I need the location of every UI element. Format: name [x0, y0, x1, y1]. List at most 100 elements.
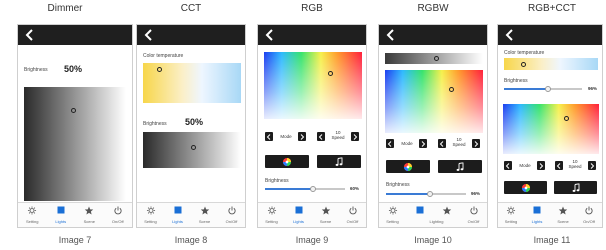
- power-icon: [227, 206, 236, 215]
- cct-picker-thumb[interactable]: [157, 67, 162, 72]
- tab-scene[interactable]: Scene: [550, 203, 576, 227]
- mode-prev-button[interactable]: [504, 161, 512, 170]
- phone-rgb: Mode 10 Speed Brightness 60% Setting Lig…: [257, 24, 367, 228]
- white-channel-thumb[interactable]: [434, 56, 439, 61]
- tab-label: On/Off: [467, 219, 480, 224]
- brightness-label: Brightness: [24, 67, 48, 73]
- brightness-picker-thumb[interactable]: [191, 145, 196, 150]
- chevron-left-icon: [439, 140, 444, 147]
- tab-label: Setting: [265, 219, 278, 224]
- mode-next-button[interactable]: [298, 132, 306, 141]
- mode-prev-button[interactable]: [386, 139, 394, 148]
- rgb-picker-thumb[interactable]: [564, 116, 569, 121]
- speed-label: Speed: [452, 142, 466, 147]
- chevron-right-icon: [590, 162, 595, 169]
- rgb-picker-thumb[interactable]: [328, 71, 333, 76]
- speed-prev-button[interactable]: [317, 132, 325, 141]
- rgb-picker-thumb[interactable]: [449, 87, 454, 92]
- star-icon: [321, 206, 330, 215]
- lights-square-icon: [295, 206, 302, 214]
- color-temperature-label: Color temperature: [504, 50, 545, 56]
- tab-scene[interactable]: Scene: [312, 203, 339, 227]
- tab-setting[interactable]: Setting: [498, 203, 524, 227]
- brightness-label: Brightness: [265, 178, 289, 184]
- brightness-gradient-pad[interactable]: [24, 87, 126, 201]
- music-mode-button[interactable]: [317, 155, 361, 168]
- color-wheel-button[interactable]: [504, 181, 547, 194]
- power-icon: [114, 206, 122, 215]
- tab-onoff[interactable]: On/Off: [460, 203, 487, 227]
- panel-title-rgbcct: RGB+CCT: [527, 3, 577, 14]
- brightness-percent: 60%: [350, 186, 360, 191]
- rgb-color-pad[interactable]: [264, 52, 362, 119]
- color-temperature-bar[interactable]: [504, 58, 598, 70]
- music-note-icon: [572, 183, 579, 192]
- speed-next-button[interactable]: [472, 139, 480, 148]
- rgb-color-pad[interactable]: [503, 104, 599, 154]
- music-mode-button[interactable]: [438, 160, 482, 173]
- brightness-slider[interactable]: [386, 191, 466, 197]
- mode-label: Mode: [519, 163, 531, 168]
- cct-picker-thumb[interactable]: [521, 62, 526, 67]
- tab-onoff[interactable]: On/Off: [339, 203, 366, 227]
- brightness-label: Brightness: [386, 182, 410, 188]
- brightness-label: Brightness: [504, 78, 528, 84]
- color-wheel-icon: [521, 183, 530, 192]
- speed-prev-button[interactable]: [438, 139, 446, 148]
- tab-lights[interactable]: Lights: [47, 203, 76, 227]
- color-wheel-button[interactable]: [265, 155, 309, 168]
- speed-prev-button[interactable]: [555, 161, 563, 170]
- speed-next-button[interactable]: [351, 132, 359, 141]
- back-arrow-icon[interactable]: [142, 28, 156, 42]
- brightness-slider-fill: [504, 88, 548, 90]
- rgb-color-pad[interactable]: [385, 70, 483, 133]
- brightness-value: 50%: [185, 117, 204, 127]
- gear-icon: [28, 206, 37, 215]
- brightness-slider-fill: [265, 188, 313, 190]
- tab-onoff[interactable]: On/Off: [576, 203, 602, 227]
- mode-prev-button[interactable]: [265, 132, 273, 141]
- tab-onoff[interactable]: On/Off: [218, 203, 245, 227]
- tab-lights[interactable]: Lights: [164, 203, 191, 227]
- tab-lights[interactable]: Lights: [285, 203, 312, 227]
- back-arrow-icon[interactable]: [263, 28, 277, 42]
- tab-setting[interactable]: Setting: [258, 203, 285, 227]
- tab-bar: Setting Lights Scene On/Off: [498, 202, 602, 227]
- tab-onoff[interactable]: On/Off: [104, 203, 133, 227]
- speed-next-button[interactable]: [588, 161, 596, 170]
- tab-scene[interactable]: Lighting: [429, 203, 460, 227]
- tab-label: Scene: [198, 219, 211, 224]
- music-note-icon: [456, 162, 464, 171]
- brightness-slider-knob[interactable]: [427, 191, 433, 197]
- music-mode-button[interactable]: [554, 181, 597, 194]
- back-arrow-icon[interactable]: [23, 28, 37, 42]
- brightness-picker-thumb[interactable]: [71, 108, 76, 113]
- back-arrow-icon[interactable]: [384, 28, 398, 42]
- gear-icon: [506, 206, 516, 215]
- tab-setting[interactable]: Setting: [137, 203, 164, 227]
- brightness-slider-knob[interactable]: [545, 86, 551, 92]
- chevron-left-icon: [266, 133, 271, 140]
- brightness-gradient-pad[interactable]: [143, 132, 241, 168]
- chevron-right-icon: [353, 133, 358, 140]
- phone-rgbw: Mode 10 Speed Brightness 96% Setting Lig…: [378, 24, 488, 228]
- tab-label: Setting: [386, 219, 399, 224]
- chevron-left-icon: [318, 133, 323, 140]
- tab-lights[interactable]: Lights: [524, 203, 550, 227]
- tab-setting[interactable]: Setting: [379, 203, 406, 227]
- phone-cct: Color temperature Brightness 50% Setting…: [136, 24, 246, 228]
- tab-label: On/Off: [225, 219, 238, 224]
- mode-next-button[interactable]: [419, 139, 427, 148]
- tab-scene[interactable]: Scene: [75, 203, 104, 227]
- brightness-slider[interactable]: [504, 86, 582, 92]
- brightness-slider-knob[interactable]: [310, 186, 316, 192]
- tab-label: Scene: [557, 219, 569, 224]
- chevron-left-icon: [556, 162, 561, 169]
- gear-icon: [267, 206, 276, 215]
- brightness-slider[interactable]: [265, 186, 345, 192]
- back-arrow-icon[interactable]: [503, 28, 517, 42]
- tab-scene[interactable]: Scene: [191, 203, 218, 227]
- mode-next-button[interactable]: [537, 161, 545, 170]
- tab-setting[interactable]: Setting: [18, 203, 47, 227]
- color-wheel-button[interactable]: [386, 160, 430, 173]
